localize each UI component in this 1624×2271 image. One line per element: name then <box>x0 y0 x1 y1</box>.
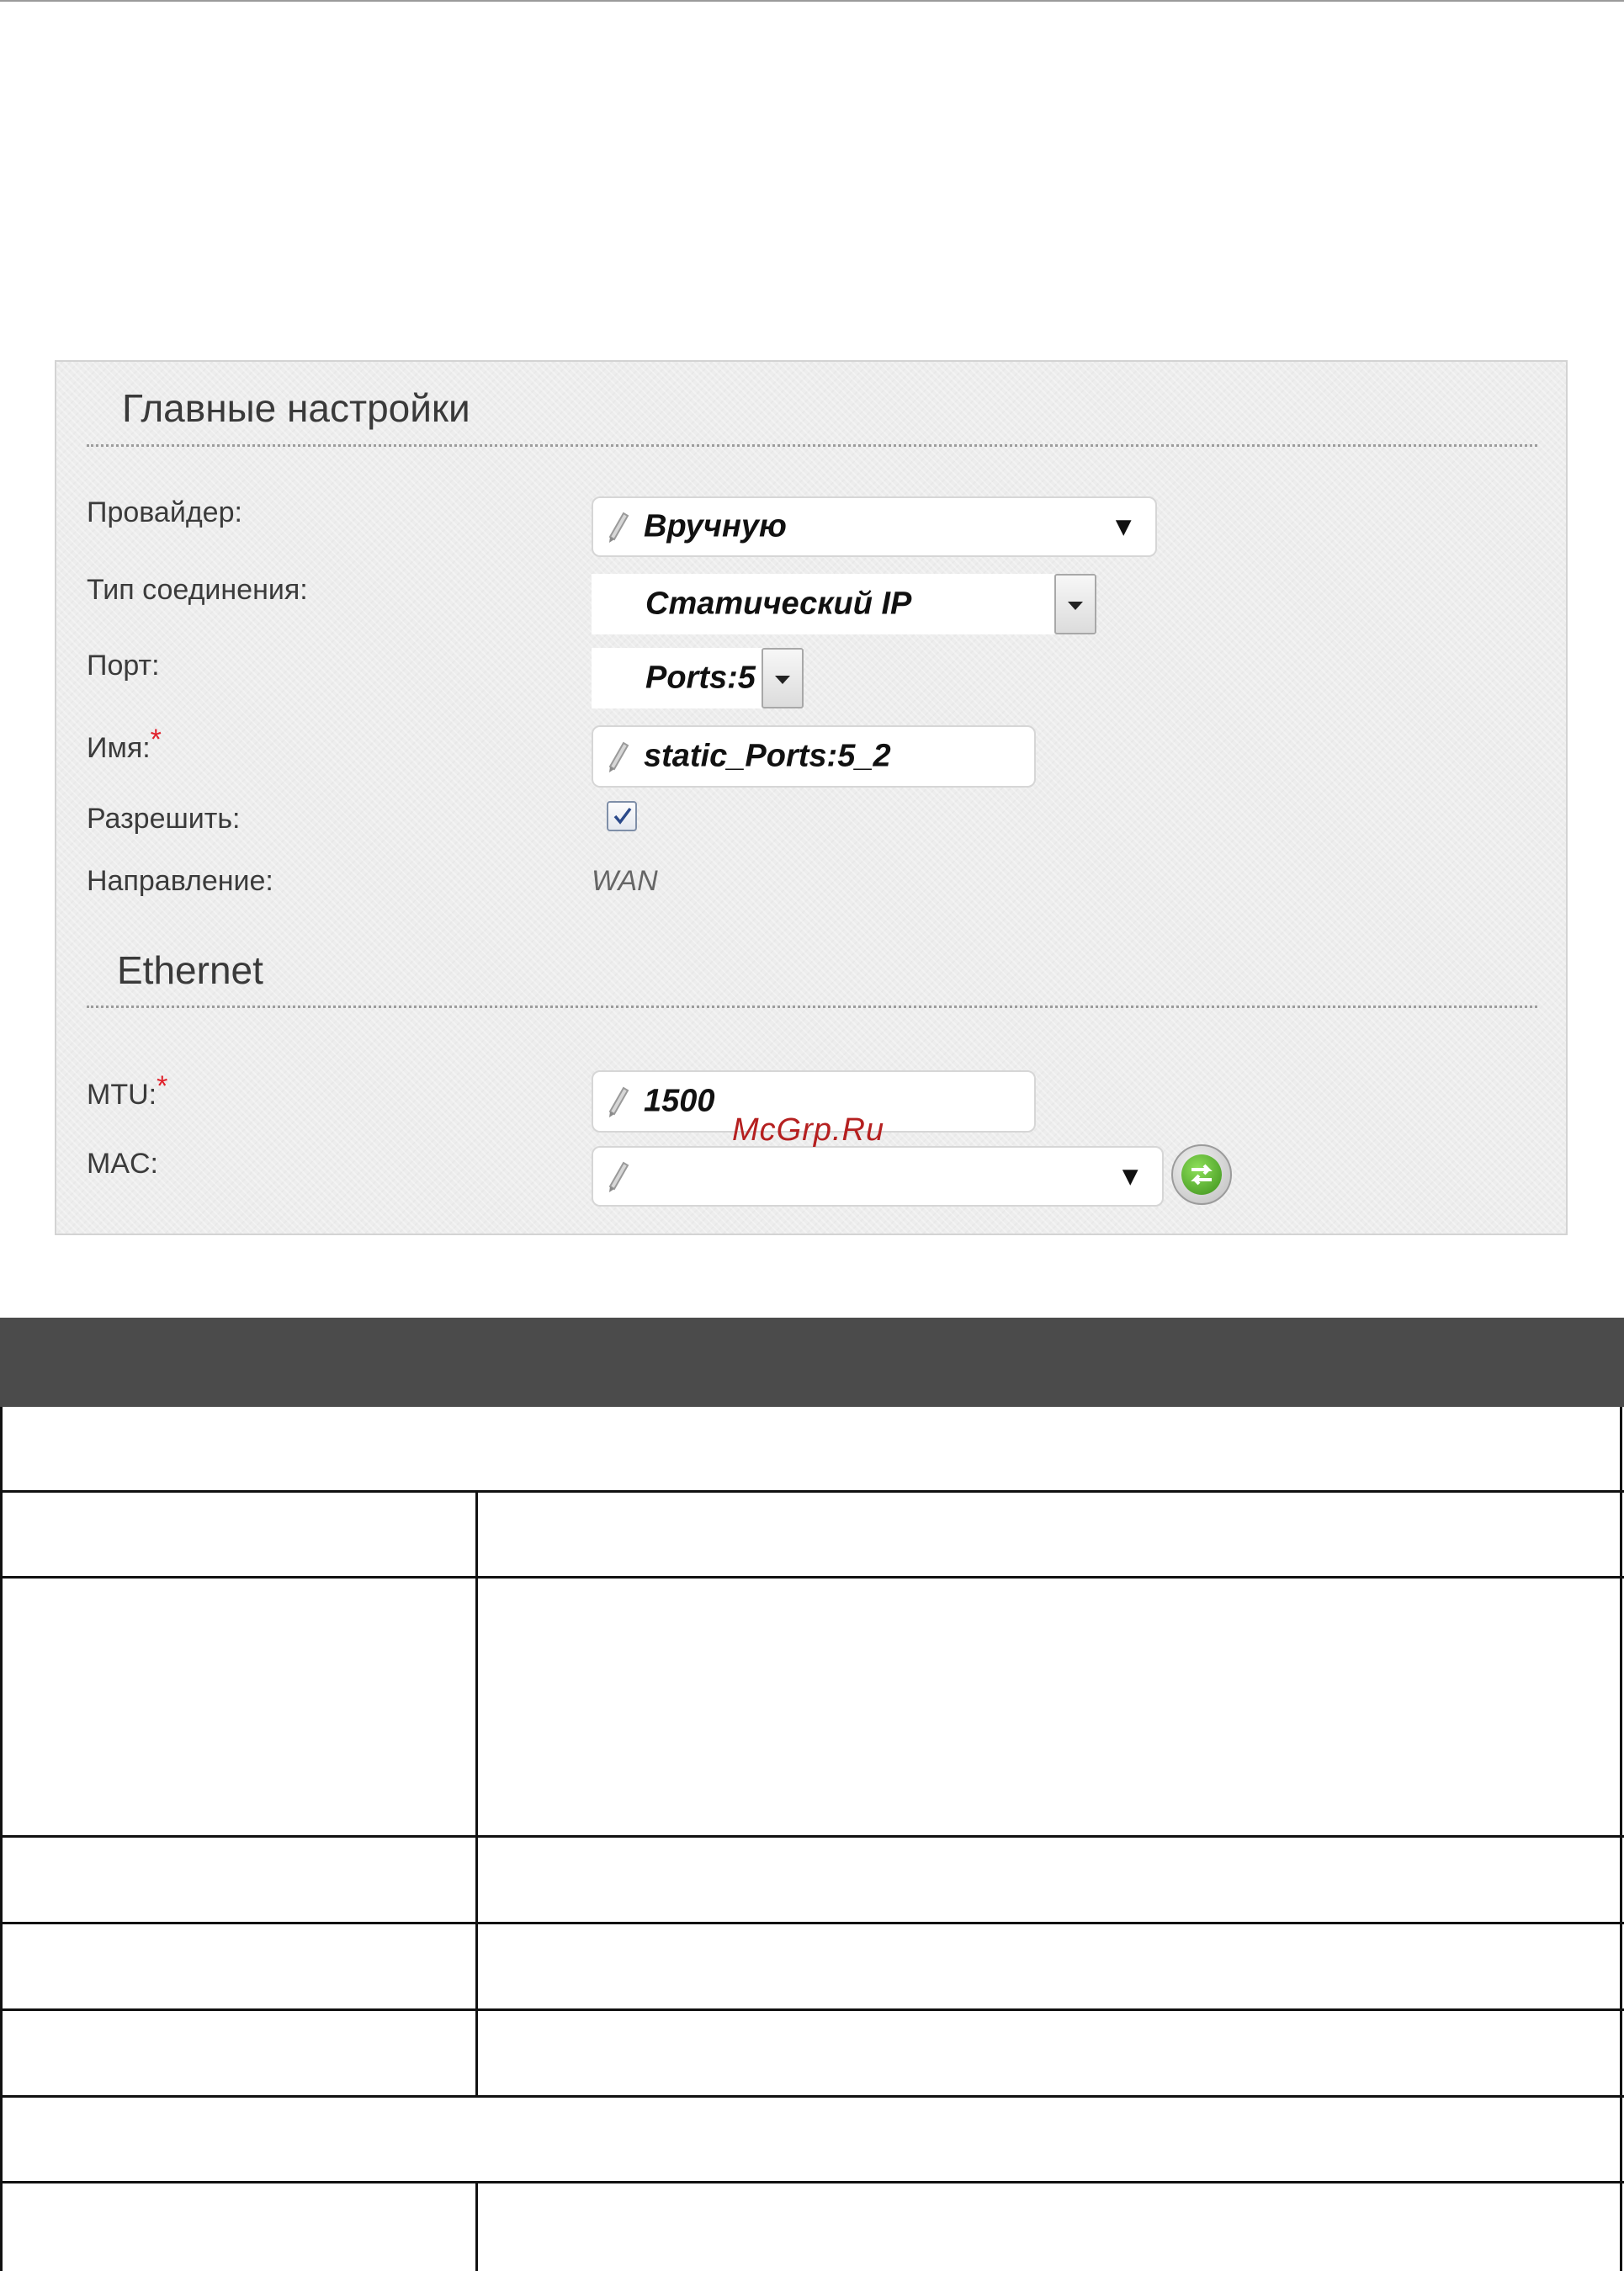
table-row-divider <box>0 2008 1624 2011</box>
required-mark: * <box>150 724 162 756</box>
direction-value: WAN <box>592 865 658 897</box>
port-label: Порт: <box>87 650 160 682</box>
connection-type-label: Тип соединения: <box>87 574 308 606</box>
chevron-down-icon[interactable] <box>762 648 804 708</box>
refresh-arrows-icon <box>1191 1164 1213 1186</box>
settings-panel: Главные настройки Провайдер: Вручную ▼ Т… <box>55 360 1568 1235</box>
name-label: Имя:* <box>87 724 162 765</box>
mac-label: MAC: <box>87 1148 158 1180</box>
mtu-label: MTU:* <box>87 1070 167 1112</box>
chevron-down-icon[interactable]: ▼ <box>1117 1161 1144 1192</box>
section-divider <box>87 1006 1537 1008</box>
top-divider <box>0 0 1624 2</box>
ethernet-section-title: Ethernet <box>117 948 263 992</box>
table-row-divider <box>0 1490 1624 1493</box>
chevron-down-icon[interactable] <box>1054 574 1096 634</box>
section-divider <box>87 444 1537 447</box>
main-settings-title: Главные настройки <box>122 386 470 430</box>
pencil-icon <box>608 512 629 543</box>
name-label-text: Имя: <box>87 732 151 764</box>
mac-select[interactable]: ▼ <box>592 1146 1164 1207</box>
enable-label: Разрешить: <box>87 803 241 835</box>
table-row-divider <box>0 1576 1624 1579</box>
connection-type-select[interactable]: Статический IP <box>592 574 1096 634</box>
table-row-divider <box>0 2181 1624 2183</box>
table-row-divider <box>0 2095 1624 2098</box>
checkmark-icon <box>613 807 632 825</box>
mtu-label-text: MTU: <box>87 1079 157 1111</box>
table-row-divider <box>0 1835 1624 1838</box>
name-input[interactable]: static_Ports:5_2 <box>592 725 1036 788</box>
mac-refresh-button[interactable] <box>1171 1144 1232 1205</box>
enable-checkbox[interactable] <box>607 801 637 831</box>
mtu-value: 1500 <box>644 1083 715 1119</box>
watermark: McGrp.Ru <box>732 1112 885 1148</box>
table-column-divider <box>475 2183 478 2271</box>
table-border <box>0 1407 3 2271</box>
name-value: static_Ports:5_2 <box>644 738 891 774</box>
port-select[interactable]: Ports:5 <box>592 648 804 708</box>
required-mark: * <box>157 1070 168 1102</box>
provider-label: Провайдер: <box>87 496 242 528</box>
table-row-divider <box>0 1922 1624 1924</box>
chevron-down-icon[interactable]: ▼ <box>1110 512 1137 543</box>
port-value: Ports:5 <box>645 660 756 696</box>
table-column-divider <box>475 1492 478 2098</box>
pencil-icon <box>608 741 629 772</box>
provider-select[interactable]: Вручную ▼ <box>592 496 1157 557</box>
provider-value: Вручную <box>644 508 787 544</box>
table-border <box>1620 1407 1622 2271</box>
pencil-icon <box>608 1086 629 1117</box>
direction-label: Направление: <box>87 865 273 897</box>
table-header-row <box>0 1318 1624 1407</box>
pencil-icon <box>608 1161 629 1192</box>
connection-type-value: Статический IP <box>645 586 912 622</box>
